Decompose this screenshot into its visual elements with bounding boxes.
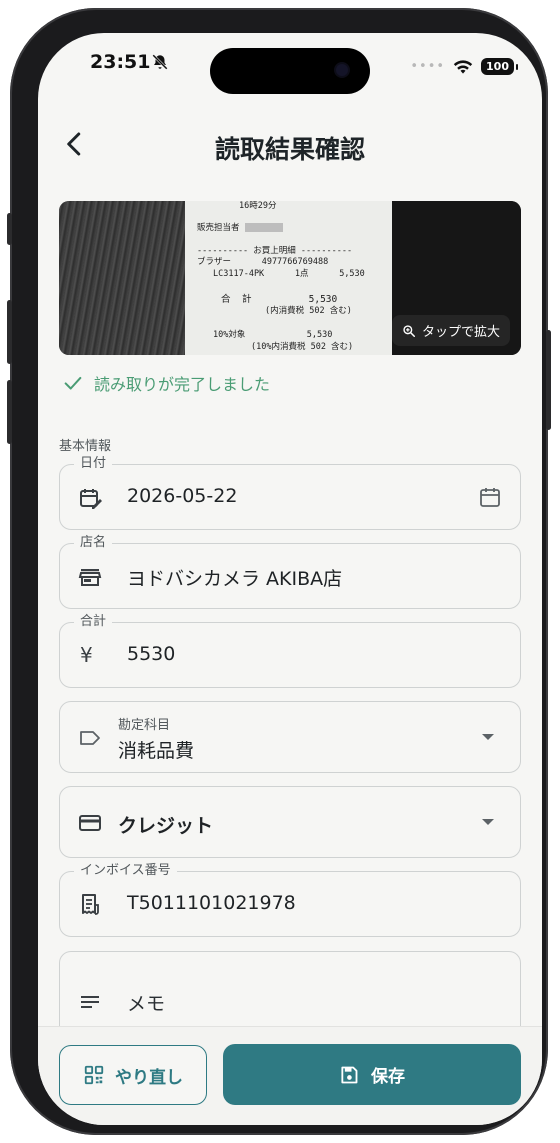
- credit-card-icon: [79, 815, 101, 831]
- store-value: ヨドバシカメラ AKIBA店: [127, 568, 343, 590]
- invoice-value: T5011101021978: [127, 892, 296, 914]
- success-text: 読み取りが完了しました: [94, 375, 271, 394]
- retry-label: やり直し: [115, 1067, 183, 1088]
- zoom-label: タップで拡大: [421, 325, 500, 340]
- receipt-line: 合 計 5,530: [221, 294, 338, 305]
- chevron-down-icon: [482, 734, 494, 740]
- receipt-line: ブラザー 4977766769488: [197, 257, 329, 267]
- store-label: 店名: [74, 534, 113, 552]
- status-time: 23:51: [90, 51, 151, 73]
- page-title: 読取結果確認: [214, 135, 365, 164]
- date-field[interactable]: 日付 2026-05-22: [59, 455, 521, 530]
- bell-slash-icon: [152, 54, 168, 70]
- zoom-button[interactable]: タップで拡大: [391, 315, 510, 346]
- chevron-down-icon: [482, 819, 494, 825]
- wifi-icon: [453, 59, 473, 74]
- action-button: [7, 213, 12, 245]
- date-value: 2026-05-22: [127, 485, 238, 507]
- signal-dots: ••••: [410, 59, 446, 74]
- receipt-paper: 16時29分 販売担当者 ---------- お買上明細 ----------…: [185, 201, 392, 355]
- calendar-icon[interactable]: [478, 485, 502, 509]
- calendar-edit-icon: [80, 489, 102, 509]
- account-dropdown[interactable]: 勘定科目 消耗品費: [59, 701, 521, 773]
- receipt-line: 16時29分: [239, 201, 277, 211]
- receipt-line: 10%対象 5,530: [213, 330, 333, 340]
- receipt-line: (10%内消費税 502 含む): [251, 342, 354, 352]
- account-label: 勘定科目: [118, 718, 171, 733]
- total-field[interactable]: 合計 ¥ 5530: [59, 613, 521, 688]
- volume-down-button: [7, 380, 12, 444]
- tag-icon: [80, 731, 100, 745]
- total-label: 合計: [74, 613, 113, 631]
- volume-up-button: [7, 300, 12, 364]
- battery-indicator: 100: [481, 58, 518, 75]
- store-field[interactable]: 店名 ヨドバシカメラ AKIBA店: [59, 534, 521, 609]
- receipt-line: (内消費税 502 含む): [265, 306, 352, 316]
- retry-button[interactable]: やり直し: [59, 1045, 207, 1105]
- receipt-image[interactable]: 16時29分 販売担当者 ---------- お買上明細 ----------…: [59, 201, 521, 355]
- account-value: 消耗品費: [118, 740, 195, 762]
- dynamic-island: [210, 48, 370, 94]
- payment-dropdown[interactable]: クレジット: [59, 786, 521, 858]
- save-label: 保存: [371, 1067, 405, 1087]
- date-label: 日付: [74, 455, 113, 473]
- success-message: 読み取りが完了しました: [62, 371, 270, 395]
- memo-placeholder: メモ: [127, 993, 166, 1015]
- invoice-field[interactable]: インボイス番号 T5011101021978: [59, 862, 521, 937]
- total-value: 5530: [127, 643, 176, 665]
- qr-scan-icon: [84, 1065, 104, 1085]
- status-indicators: •••• 100: [410, 58, 518, 75]
- receipt-background-left: [59, 201, 185, 355]
- invoice-label: インボイス番号: [74, 862, 177, 880]
- power-button: [546, 330, 551, 430]
- phone-frame: 23:51 •••• 100 読取結果確認 16時29分 販売担当者 -----…: [7, 8, 551, 1135]
- zoom-icon: [403, 324, 415, 337]
- notes-icon: [81, 996, 99, 1008]
- yen-icon: ¥: [80, 643, 93, 667]
- check-icon: [64, 376, 82, 390]
- receipt-line: 販売担当者: [197, 223, 283, 234]
- receipt-line: ---------- お買上明細 ----------: [197, 246, 353, 256]
- payment-value: クレジット: [118, 815, 214, 837]
- section-label: 基本情報: [59, 439, 112, 454]
- receipt-line: LC3117-4PK 1点 5,530: [213, 269, 365, 279]
- save-icon: [341, 1066, 358, 1083]
- screen: 23:51 •••• 100 読取結果確認 16時29分 販売担当者 -----…: [38, 33, 542, 1125]
- receipt-icon: [82, 894, 99, 915]
- store-icon: [78, 569, 102, 586]
- save-button[interactable]: 保存: [223, 1044, 521, 1105]
